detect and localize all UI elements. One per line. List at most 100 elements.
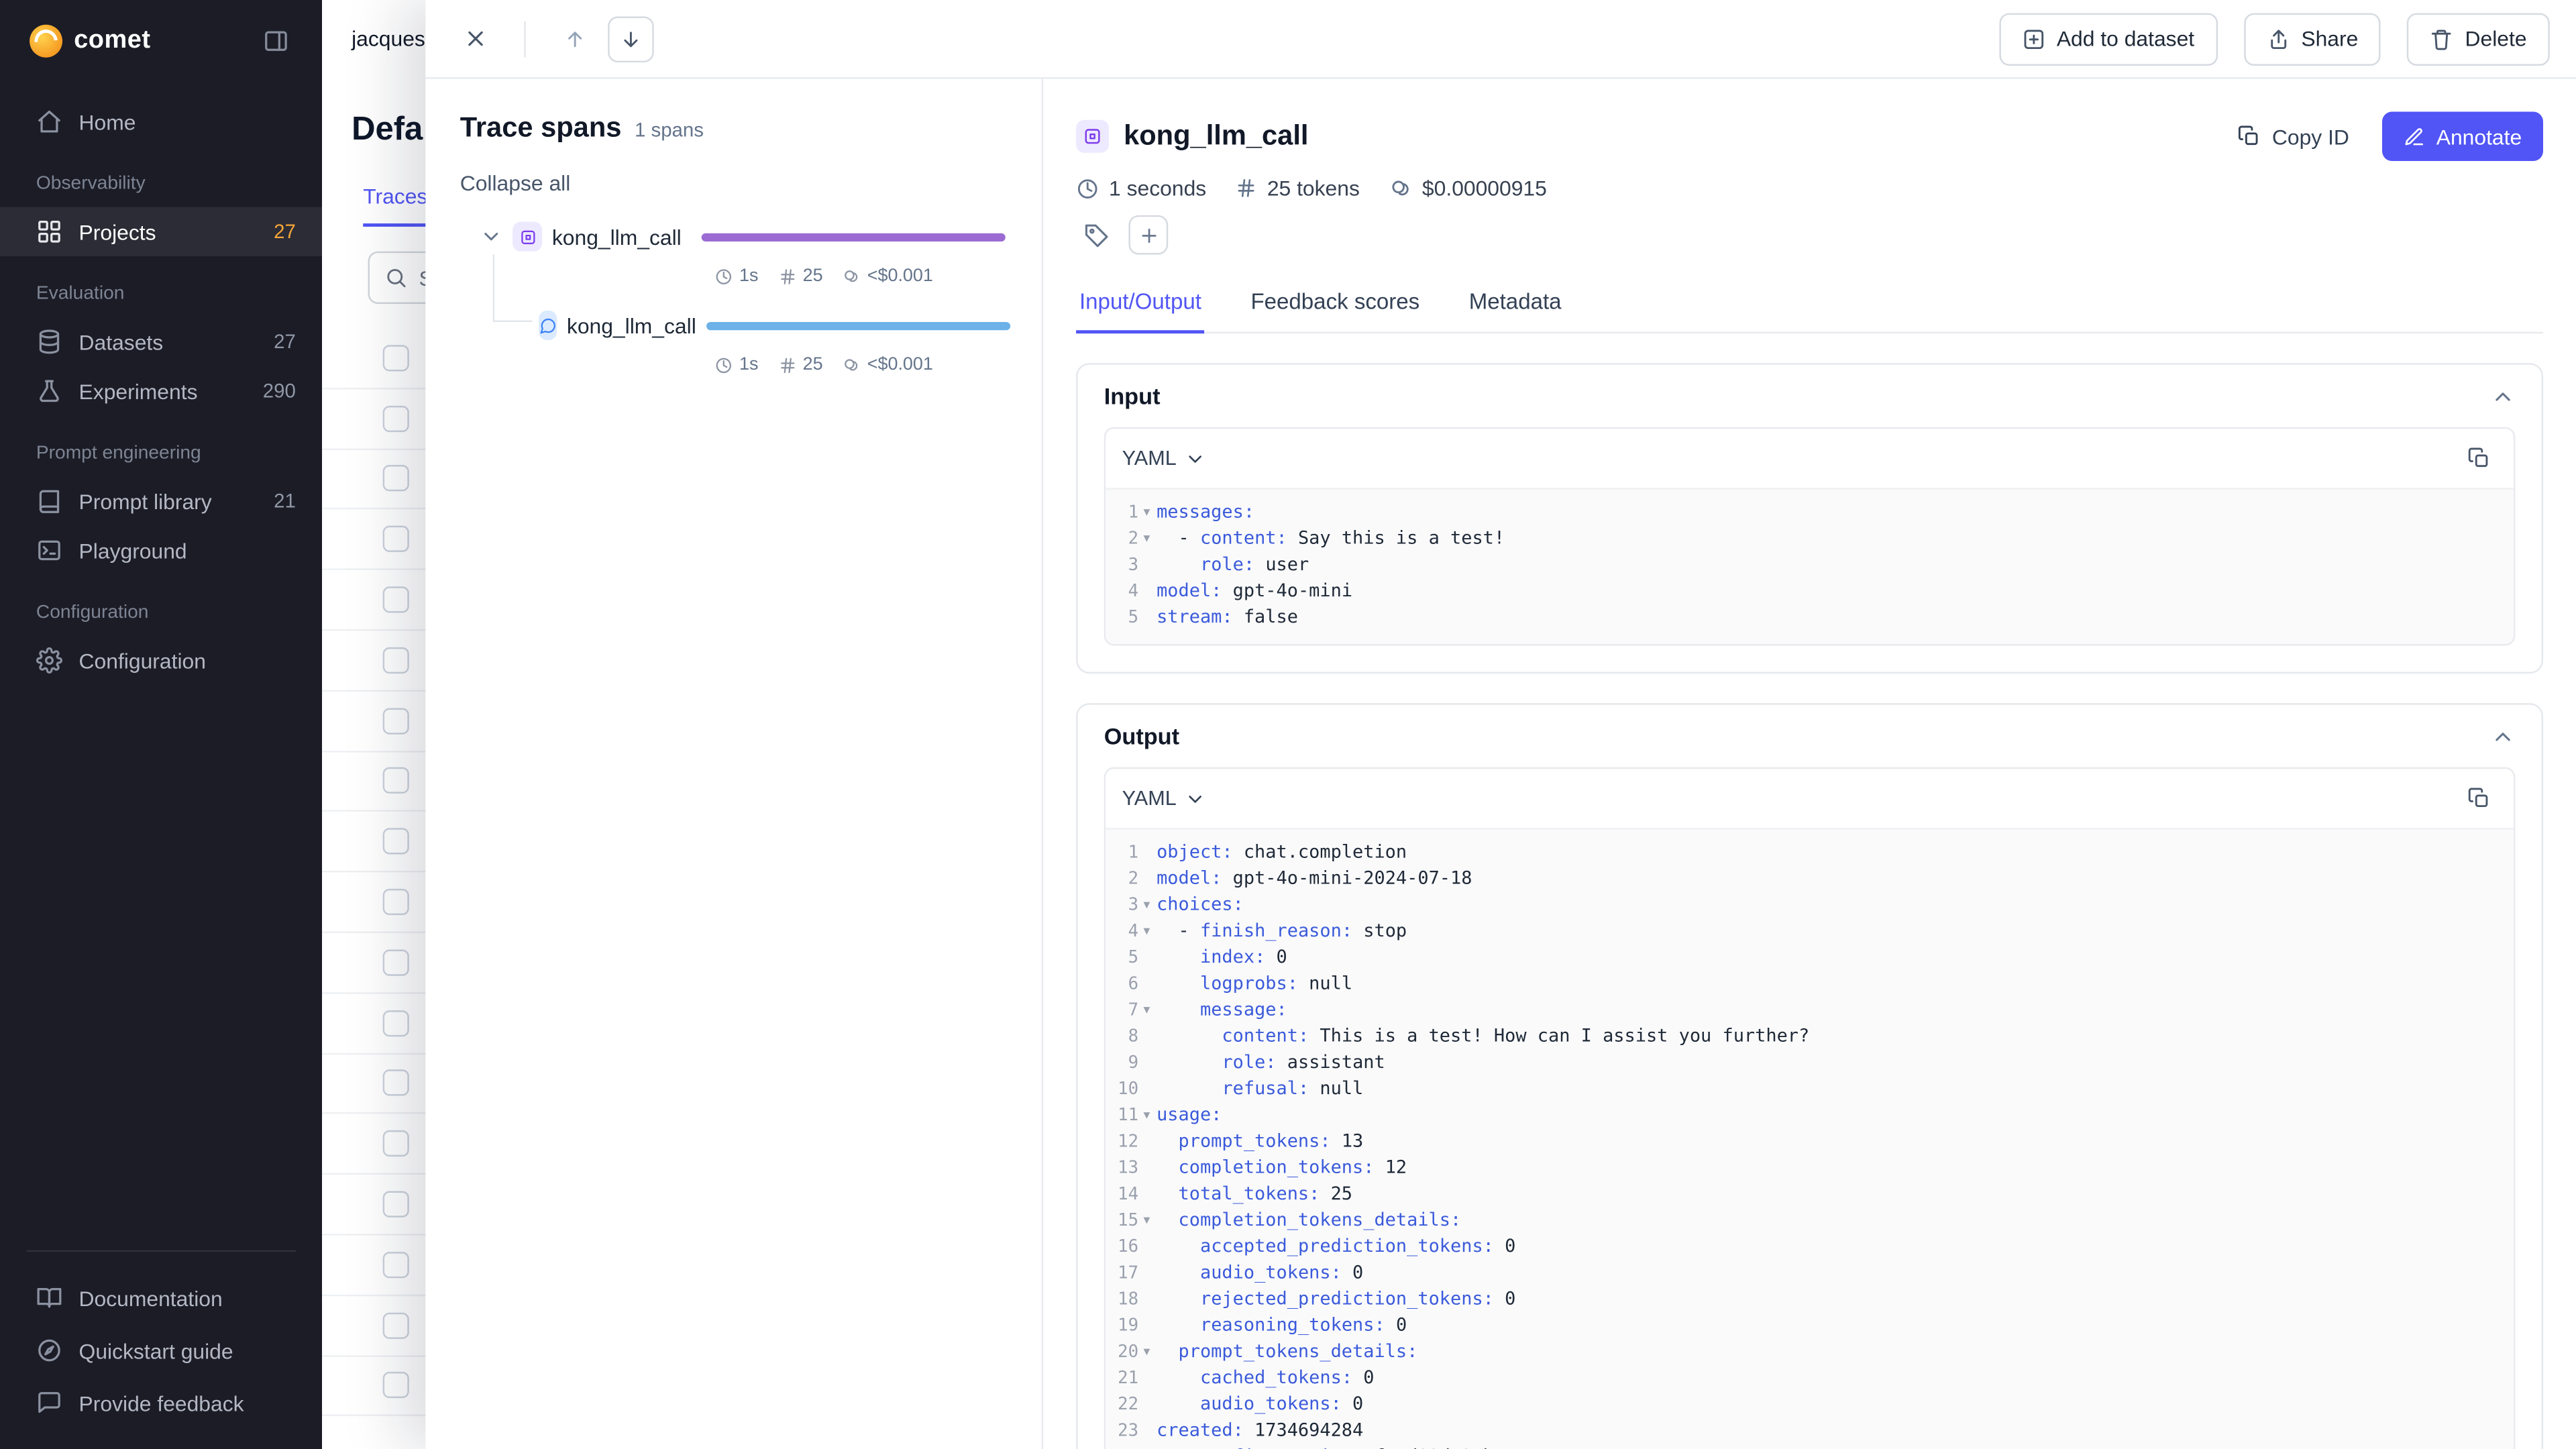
sidebar-item-prompt-library[interactable]: Prompt library 21 bbox=[0, 476, 322, 525]
code-line: 16 accepted_prediction_tokens: 0 bbox=[1106, 1234, 2514, 1260]
fold-toggle-icon[interactable]: ▾ bbox=[1138, 1102, 1155, 1128]
line-number: 21 bbox=[1118, 1368, 1139, 1389]
sidebar-item-label: Quickstart guide bbox=[78, 1338, 233, 1363]
row-checkbox[interactable] bbox=[382, 1010, 409, 1036]
fold-toggle-icon[interactable]: ▾ bbox=[1138, 499, 1155, 525]
row-checkbox[interactable] bbox=[382, 767, 409, 795]
delete-button[interactable]: Delete bbox=[2407, 12, 2550, 65]
output-copy-button[interactable] bbox=[2461, 780, 2498, 816]
code-line: 15 ▾ completion_tokens_details: bbox=[1106, 1208, 2514, 1234]
sidebar-item-count: 27 bbox=[274, 330, 296, 354]
span-row[interactable]: kong_llm_call bbox=[460, 215, 1006, 258]
code-line: 13 completion_tokens: 12 bbox=[1106, 1155, 2514, 1181]
previous-trace-button[interactable] bbox=[552, 15, 598, 62]
fold-toggle-icon[interactable]: ▾ bbox=[1138, 918, 1155, 945]
share-label: Share bbox=[2301, 26, 2359, 51]
code-line: 22 audio_tokens: 0 bbox=[1106, 1391, 2514, 1417]
row-checkbox[interactable] bbox=[382, 1130, 409, 1157]
chevron-down-icon[interactable] bbox=[480, 225, 502, 248]
sidebar-item-experiments[interactable]: Experiments 290 bbox=[0, 366, 322, 415]
row-checkbox[interactable] bbox=[382, 586, 409, 613]
chevron-up-icon[interactable] bbox=[2491, 384, 2516, 409]
row-checkbox[interactable] bbox=[382, 405, 409, 432]
code-text: total_tokens: 25 bbox=[1178, 1183, 1353, 1205]
clock-icon bbox=[714, 356, 733, 374]
fold-toggle-icon[interactable]: ▾ bbox=[1138, 526, 1155, 552]
collapse-all-button[interactable]: Collapse all bbox=[460, 171, 571, 196]
span-title: kong_llm_call bbox=[1124, 119, 1309, 152]
delete-label: Delete bbox=[2465, 26, 2527, 51]
code-line: 2 ▾ - content: Say this is a test! bbox=[1106, 526, 2514, 552]
row-checkbox[interactable] bbox=[382, 949, 409, 976]
sidebar-item-quickstart-guide[interactable]: Quickstart guide bbox=[0, 1324, 322, 1377]
code-text: model: gpt-4o-mini-2024-07-18 bbox=[1157, 867, 1472, 889]
row-checkbox[interactable] bbox=[382, 1251, 409, 1278]
fold-toggle-icon[interactable]: ▾ bbox=[1138, 1208, 1155, 1234]
code-text: model: gpt-4o-mini bbox=[1157, 580, 1353, 602]
sidebar-item-playground[interactable]: Playground bbox=[0, 526, 322, 575]
input-copy-button[interactable] bbox=[2461, 440, 2498, 476]
span-tree: kong_llm_call 1s 25 <$0.001 kong_llm_call 1s 2… bbox=[460, 215, 1010, 380]
row-checkbox[interactable] bbox=[382, 1191, 409, 1218]
copy-id-button[interactable]: Copy ID bbox=[2221, 112, 2365, 161]
sidebar-item-configuration[interactable]: Configuration bbox=[0, 636, 322, 685]
clock-icon bbox=[714, 267, 733, 285]
row-checkbox[interactable] bbox=[382, 1372, 409, 1399]
cost-value: $0.00000915 bbox=[1421, 176, 1547, 201]
row-checkbox[interactable] bbox=[382, 1070, 409, 1097]
next-trace-button[interactable] bbox=[608, 15, 654, 62]
annotate-button[interactable]: Annotate bbox=[2381, 111, 2544, 162]
comet-logo[interactable]: comet bbox=[30, 24, 150, 58]
tab-feedback-scores[interactable]: Feedback scores bbox=[1248, 274, 1424, 333]
experiments-icon bbox=[36, 378, 62, 404]
sidebar-item-count: 21 bbox=[274, 489, 296, 513]
detail-tabs: Input/Output Feedback scores Metadata bbox=[1076, 274, 2544, 334]
tag-button[interactable] bbox=[1076, 215, 1116, 255]
add-to-dataset-button[interactable]: Add to dataset bbox=[1999, 12, 2218, 65]
code-text: completion_tokens: 12 bbox=[1178, 1157, 1407, 1178]
sidebar-collapse-button[interactable] bbox=[256, 21, 296, 61]
fold-toggle-icon[interactable]: ▾ bbox=[1138, 892, 1155, 918]
row-checkbox[interactable] bbox=[382, 1311, 409, 1339]
pen-icon bbox=[2404, 125, 2425, 147]
sidebar-item-provide-feedback[interactable]: Provide feedback bbox=[0, 1377, 322, 1429]
chevron-down-icon bbox=[1185, 788, 1206, 809]
home-icon bbox=[36, 109, 62, 135]
chevron-up-icon[interactable] bbox=[2491, 724, 2516, 749]
tab-metadata[interactable]: Metadata bbox=[1466, 274, 1565, 333]
workspace-selector[interactable]: jacques bbox=[352, 26, 425, 51]
sidebar-item-documentation[interactable]: Documentation bbox=[0, 1272, 322, 1324]
row-checkbox[interactable] bbox=[382, 828, 409, 855]
code-line: 14 total_tokens: 25 bbox=[1106, 1181, 2514, 1208]
share-button[interactable]: Share bbox=[2243, 12, 2381, 65]
fold-toggle-icon[interactable]: ▾ bbox=[1138, 1339, 1155, 1365]
line-number: 6 bbox=[1128, 974, 1139, 994]
sidebar-item-projects[interactable]: Projects 27 bbox=[0, 207, 323, 257]
sidebar-item-home[interactable]: Home bbox=[0, 97, 322, 146]
row-checkbox[interactable] bbox=[382, 707, 409, 734]
add-tag-button[interactable] bbox=[1128, 215, 1169, 255]
output-section: Output YAML 1 object: chat.completion 2 mod… bbox=[1076, 703, 2544, 1449]
tab-traces[interactable]: Traces bbox=[363, 184, 428, 227]
tab-input-output[interactable]: Input/Output bbox=[1076, 274, 1205, 334]
row-checkbox[interactable] bbox=[382, 466, 409, 492]
input-section-header[interactable]: Input bbox=[1078, 365, 2542, 424]
code-line: 3 ▾ choices: bbox=[1106, 892, 2514, 918]
code-text: cached_tokens: 0 bbox=[1199, 1366, 1375, 1389]
row-checkbox[interactable] bbox=[382, 526, 409, 553]
share-icon bbox=[2267, 27, 2290, 50]
row-checkbox[interactable] bbox=[382, 345, 409, 372]
coins-icon bbox=[843, 356, 861, 374]
input-format-select[interactable]: YAML bbox=[1122, 447, 1206, 470]
output-section-header[interactable]: Output bbox=[1078, 705, 2542, 764]
output-format-select[interactable]: YAML bbox=[1122, 787, 1206, 810]
close-button[interactable] bbox=[451, 15, 498, 62]
row-checkbox[interactable] bbox=[382, 647, 409, 674]
row-checkbox[interactable] bbox=[382, 889, 409, 916]
span-meta: 1s 25 <$0.001 bbox=[714, 261, 1005, 290]
sidebar-item-datasets[interactable]: Datasets 27 bbox=[0, 317, 322, 366]
fold-toggle-icon[interactable]: ▾ bbox=[1138, 998, 1155, 1024]
line-number: 22 bbox=[1118, 1395, 1139, 1415]
span-row[interactable]: kong_llm_call bbox=[460, 304, 1010, 347]
tree-connector bbox=[492, 254, 533, 323]
